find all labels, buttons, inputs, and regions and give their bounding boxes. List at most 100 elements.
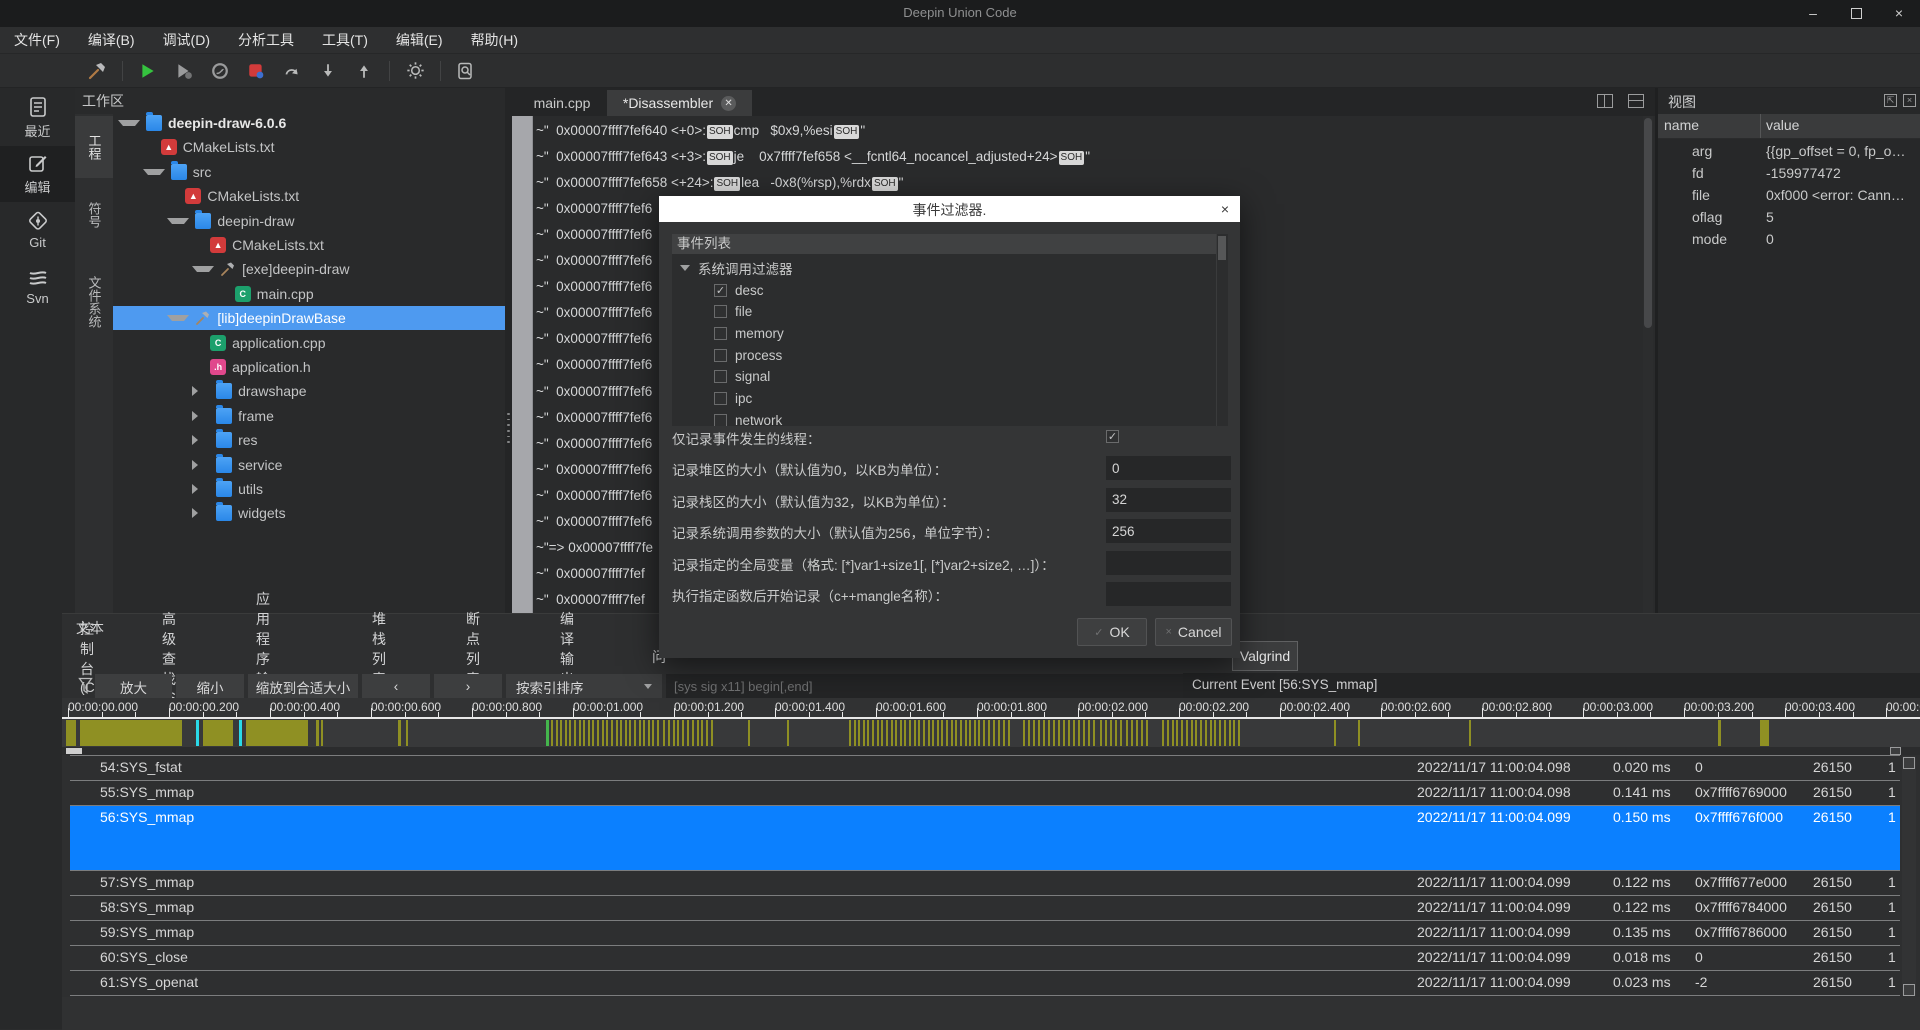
disassembly-line[interactable]: ~" 0x00007ffff7fef643 <+3>:SOHje 0x7ffff… xyxy=(536,144,1646,170)
event-row-59[interactable]: 59:SYS_mmap2022/11/17 11:00:04.0990.135 … xyxy=(70,920,1900,945)
filter-option-memory[interactable]: memory xyxy=(672,322,1216,344)
field-input-6[interactable] xyxy=(1106,582,1231,606)
close-button[interactable]: × xyxy=(1884,4,1914,22)
event-row-61[interactable]: 61:SYS_openat2022/11/17 11:00:04.0990.02… xyxy=(70,970,1900,995)
tree-item-widgets[interactable]: widgets xyxy=(113,501,505,525)
tree-item-CMakeLists.txt[interactable]: ▲CMakeLists.txt xyxy=(113,233,505,257)
tree-item-service[interactable]: service xyxy=(113,453,505,477)
step-out-icon[interactable] xyxy=(355,62,373,80)
dock-tab-5[interactable]: 断点列表(P) xyxy=(462,643,489,671)
interrupt-icon[interactable] xyxy=(211,62,229,80)
editor-tab-Disassembler[interactable]: *Disassembler✕ xyxy=(607,90,752,116)
split-vertical-icon[interactable] xyxy=(1597,94,1613,108)
dock-tab-1[interactable]: 控制台(C) xyxy=(76,643,103,671)
field-input-3[interactable] xyxy=(1106,488,1231,512)
prev-event-button[interactable]: ‹ xyxy=(362,674,430,699)
field-input-5[interactable] xyxy=(1106,551,1231,575)
float-panel-icon[interactable]: ⇱ xyxy=(1884,94,1897,107)
checkbox-network[interactable] xyxy=(714,414,727,426)
tree-item-[exe]deepin-draw[interactable]: [exe]deepin-draw xyxy=(113,257,505,281)
tree-item-src[interactable]: src xyxy=(113,160,505,184)
expand-arrow-icon[interactable] xyxy=(680,265,690,271)
collapse-arrow-icon[interactable] xyxy=(192,508,210,518)
dialog-close-icon[interactable]: × xyxy=(1216,200,1234,218)
event-row-57[interactable]: 57:SYS_mmap2022/11/17 11:00:04.0990.122 … xyxy=(70,870,1900,895)
settings-gear-icon[interactable] xyxy=(406,61,425,80)
filter-option-file[interactable]: file xyxy=(672,301,1216,323)
filter-root-row[interactable]: 系统调用过滤器 xyxy=(672,257,1216,279)
checkbox-file[interactable] xyxy=(714,305,727,318)
tree-item-main.cpp[interactable]: Cmain.cpp xyxy=(113,282,505,306)
expand-arrow-icon[interactable] xyxy=(143,169,165,175)
event-row-55[interactable]: 55:SYS_mmap2022/11/17 11:00:04.0980.141 … xyxy=(70,780,1900,805)
editor-tab-maincpp[interactable]: main.cpp xyxy=(517,90,607,116)
tree-item-CMakeLists.txt[interactable]: ▲CMakeLists.txt xyxy=(113,184,505,208)
collapse-arrow-icon[interactable] xyxy=(192,484,210,494)
sidebar-item-编辑[interactable]: 编辑 xyxy=(0,146,75,202)
workspace-tab-2[interactable]: 符号 xyxy=(75,184,113,246)
tree-item-application.cpp[interactable]: Capplication.cpp xyxy=(113,331,505,355)
view-row-file[interactable]: file0xf000 <error: Cann… xyxy=(1658,186,1920,208)
menu-item-4[interactable]: 分析工具 xyxy=(238,30,294,50)
dialog-list-scrollbar[interactable] xyxy=(1216,234,1228,426)
zoom-fit-button[interactable]: 缩放到合适大小 xyxy=(248,674,358,699)
editor-gutter[interactable] xyxy=(512,116,533,613)
debug-continue-icon[interactable] xyxy=(175,62,193,80)
collapse-arrow-icon[interactable] xyxy=(192,460,210,470)
close-panel-icon[interactable]: × xyxy=(1903,94,1916,107)
stop-icon[interactable] xyxy=(247,62,265,80)
disassembly-line[interactable]: ~" 0x00007ffff7fef658 <+24>:SOHlea -0x8(… xyxy=(536,170,1646,196)
zoom-in-button[interactable]: 放大 xyxy=(95,674,172,699)
event-row-60[interactable]: 60:SYS_close2022/11/17 11:00:04.0990.018… xyxy=(70,945,1900,970)
checkbox-desc[interactable]: ✓ xyxy=(714,284,727,297)
panel-splitter[interactable] xyxy=(505,88,512,613)
scroll-down-button[interactable] xyxy=(1903,984,1915,996)
sort-dropdown[interactable]: 按索引排序 xyxy=(506,674,662,699)
tree-item-CMakeLists.txt[interactable]: ▲CMakeLists.txt xyxy=(113,135,505,159)
sidebar-item-Svn[interactable]: Svn xyxy=(0,258,75,314)
thread-only-checkbox[interactable]: ✓ xyxy=(1106,430,1119,443)
column-divider[interactable] xyxy=(1760,114,1761,138)
split-horizontal-icon[interactable] xyxy=(1628,94,1644,108)
filter-icon[interactable] xyxy=(78,677,94,695)
menu-item-5[interactable]: 工具(T) xyxy=(322,30,368,50)
view-row-arg[interactable]: arg{{gp_offset = 0, fp_o… xyxy=(1658,142,1920,164)
view-row-oflag[interactable]: oflag5 xyxy=(1658,208,1920,230)
dialog-list-scrollbar-thumb[interactable] xyxy=(1218,236,1226,260)
tab-valgrind[interactable]: Valgrind xyxy=(1232,641,1298,671)
timeline-hscrollbar-thumb[interactable] xyxy=(66,748,82,754)
step-over-icon[interactable] xyxy=(283,62,301,80)
collapse-arrow-icon[interactable] xyxy=(192,435,210,445)
timeline-hscrollbar-button[interactable] xyxy=(1890,747,1901,755)
expand-arrow-icon[interactable] xyxy=(192,266,214,272)
view-row-fd[interactable]: fd-159977472 xyxy=(1658,164,1920,186)
menu-item-2[interactable]: 编译(B) xyxy=(88,30,135,50)
collapse-arrow-icon[interactable] xyxy=(192,386,210,396)
run-icon[interactable] xyxy=(139,62,157,80)
build-hammer-icon[interactable] xyxy=(87,61,107,81)
checkbox-ipc[interactable] xyxy=(714,392,727,405)
expand-arrow-icon[interactable] xyxy=(118,120,140,126)
dock-tab-2[interactable]: 高级查找(S) xyxy=(158,643,185,671)
dock-tab-3[interactable]: 应用程序输出(A) xyxy=(252,643,279,671)
tree-item-res[interactable]: res xyxy=(113,428,505,452)
search-file-icon[interactable] xyxy=(457,62,475,80)
expand-arrow-icon[interactable] xyxy=(167,218,189,224)
minimize-button[interactable]: – xyxy=(1798,4,1828,22)
event-table-scrollbar[interactable] xyxy=(1902,756,1916,996)
menu-item-6[interactable]: 编辑(E) xyxy=(396,30,443,50)
zoom-out-button[interactable]: 缩小 xyxy=(176,674,244,699)
collapse-arrow-icon[interactable] xyxy=(192,411,210,421)
scroll-up-button[interactable] xyxy=(1903,757,1915,769)
expand-arrow-icon[interactable] xyxy=(167,315,189,321)
tab-close-icon[interactable]: ✕ xyxy=(721,96,736,111)
filter-option-desc[interactable]: ✓desc xyxy=(672,279,1216,301)
next-event-button[interactable]: › xyxy=(434,674,502,699)
event-row-56[interactable]: 56:SYS_mmap2022/11/17 11:00:04.0990.150 … xyxy=(70,805,1900,870)
tree-item-deepin-draw-6.0.6[interactable]: deepin-draw-6.0.6 xyxy=(113,111,505,135)
maximize-button[interactable] xyxy=(1841,4,1871,22)
workspace-tab-1[interactable]: 工程 xyxy=(75,116,113,178)
filter-option-signal[interactable]: signal xyxy=(672,366,1216,388)
tree-item-drawshape[interactable]: drawshape xyxy=(113,379,505,403)
filter-option-network[interactable]: network xyxy=(672,409,1216,426)
